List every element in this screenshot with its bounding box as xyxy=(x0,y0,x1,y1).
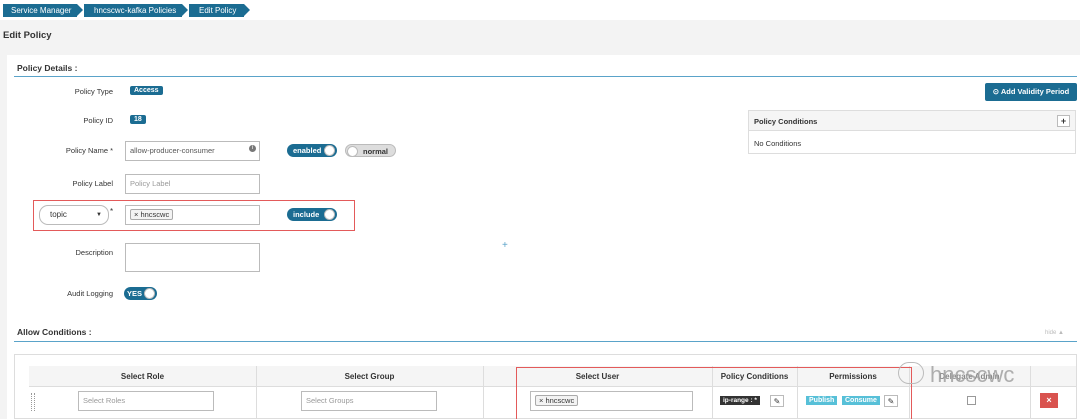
policy-details-title: Policy Details : xyxy=(17,63,78,73)
resource-type-value: topic xyxy=(50,210,67,219)
clock-icon: ⊙ xyxy=(992,87,1001,96)
breadcrumb-service-manager[interactable]: Service Manager xyxy=(3,4,83,17)
policy-type-label: Policy Type xyxy=(74,87,113,96)
info-icon: i xyxy=(249,145,256,152)
wechat-logo-icon xyxy=(898,362,924,384)
chevron-down-icon: ▼ xyxy=(96,212,102,218)
description-label: Description xyxy=(75,248,113,257)
policy-label-input[interactable]: Policy Label xyxy=(125,174,260,194)
column-header-group: Select Group xyxy=(344,372,395,381)
resource-type-select[interactable]: topic ▼ xyxy=(39,205,109,225)
crosshair-icon: + xyxy=(502,240,508,251)
hide-toggle[interactable]: hide ▲ xyxy=(1045,330,1064,336)
breadcrumb-edit-policy[interactable]: Edit Policy xyxy=(189,4,250,17)
include-toggle[interactable]: include xyxy=(287,208,337,221)
enabled-toggle[interactable]: enabled xyxy=(287,144,337,157)
policy-conditions-box: Policy Conditions + No Conditions xyxy=(748,110,1076,154)
policy-type-badge: Access xyxy=(130,86,163,95)
add-validity-label: Add Validity Period xyxy=(1000,87,1070,96)
resource-tag[interactable]: × hncscwc xyxy=(130,209,174,220)
breadcrumb: Service Manager hncscwc-kafka Policies E… xyxy=(0,0,1080,20)
delegate-admin-checkbox[interactable] xyxy=(967,396,976,405)
user-permissions-highlight-box xyxy=(516,367,912,419)
policy-conditions-title: Policy Conditions xyxy=(754,117,818,126)
column-header-role: Select Role xyxy=(120,372,165,381)
toggle-knob xyxy=(144,288,155,299)
policy-label-label: Policy Label xyxy=(72,179,113,188)
audit-logging-toggle[interactable]: YES xyxy=(124,287,157,300)
allow-conditions-title: Allow Conditions : xyxy=(17,327,92,337)
add-validity-period-button[interactable]: ⊙ Add Validity Period xyxy=(985,83,1077,101)
policy-name-label: Policy Name * xyxy=(65,146,113,155)
policy-id-badge: 18 xyxy=(130,115,146,124)
divider xyxy=(14,76,1077,77)
divider xyxy=(14,341,1077,342)
enabled-toggle-label: enabled xyxy=(293,146,322,155)
include-toggle-label: include xyxy=(293,210,320,219)
required-marker: * xyxy=(110,207,114,216)
policy-conditions-empty: No Conditions xyxy=(754,139,802,148)
toggle-knob xyxy=(347,146,358,157)
policy-id-label: Policy ID xyxy=(83,116,113,125)
toggle-knob xyxy=(324,209,335,220)
roles-input[interactable]: Select Roles xyxy=(78,391,214,411)
toggle-knob xyxy=(324,145,335,156)
column-separator xyxy=(1030,366,1031,419)
add-condition-button[interactable]: + xyxy=(1057,115,1070,127)
description-textarea[interactable] xyxy=(125,243,260,272)
watermark-text: hncscwc xyxy=(930,362,1015,387)
policy-name-input[interactable]: allow-producer-consumer xyxy=(125,141,260,161)
groups-input[interactable]: Select Groups xyxy=(301,391,437,411)
delete-row-button[interactable]: × xyxy=(1040,393,1058,408)
resource-tag-label: hncscwc xyxy=(140,210,170,219)
drag-handle-icon[interactable] xyxy=(31,393,35,411)
page-title: Edit Policy xyxy=(3,30,52,41)
normal-toggle[interactable]: normal xyxy=(345,144,396,157)
audit-logging-label: Audit Logging xyxy=(67,289,113,298)
normal-toggle-label: normal xyxy=(363,147,389,156)
audit-logging-value: YES xyxy=(127,289,143,298)
breadcrumb-kafka-policies[interactable]: hncscwc-kafka Policies xyxy=(84,4,188,17)
